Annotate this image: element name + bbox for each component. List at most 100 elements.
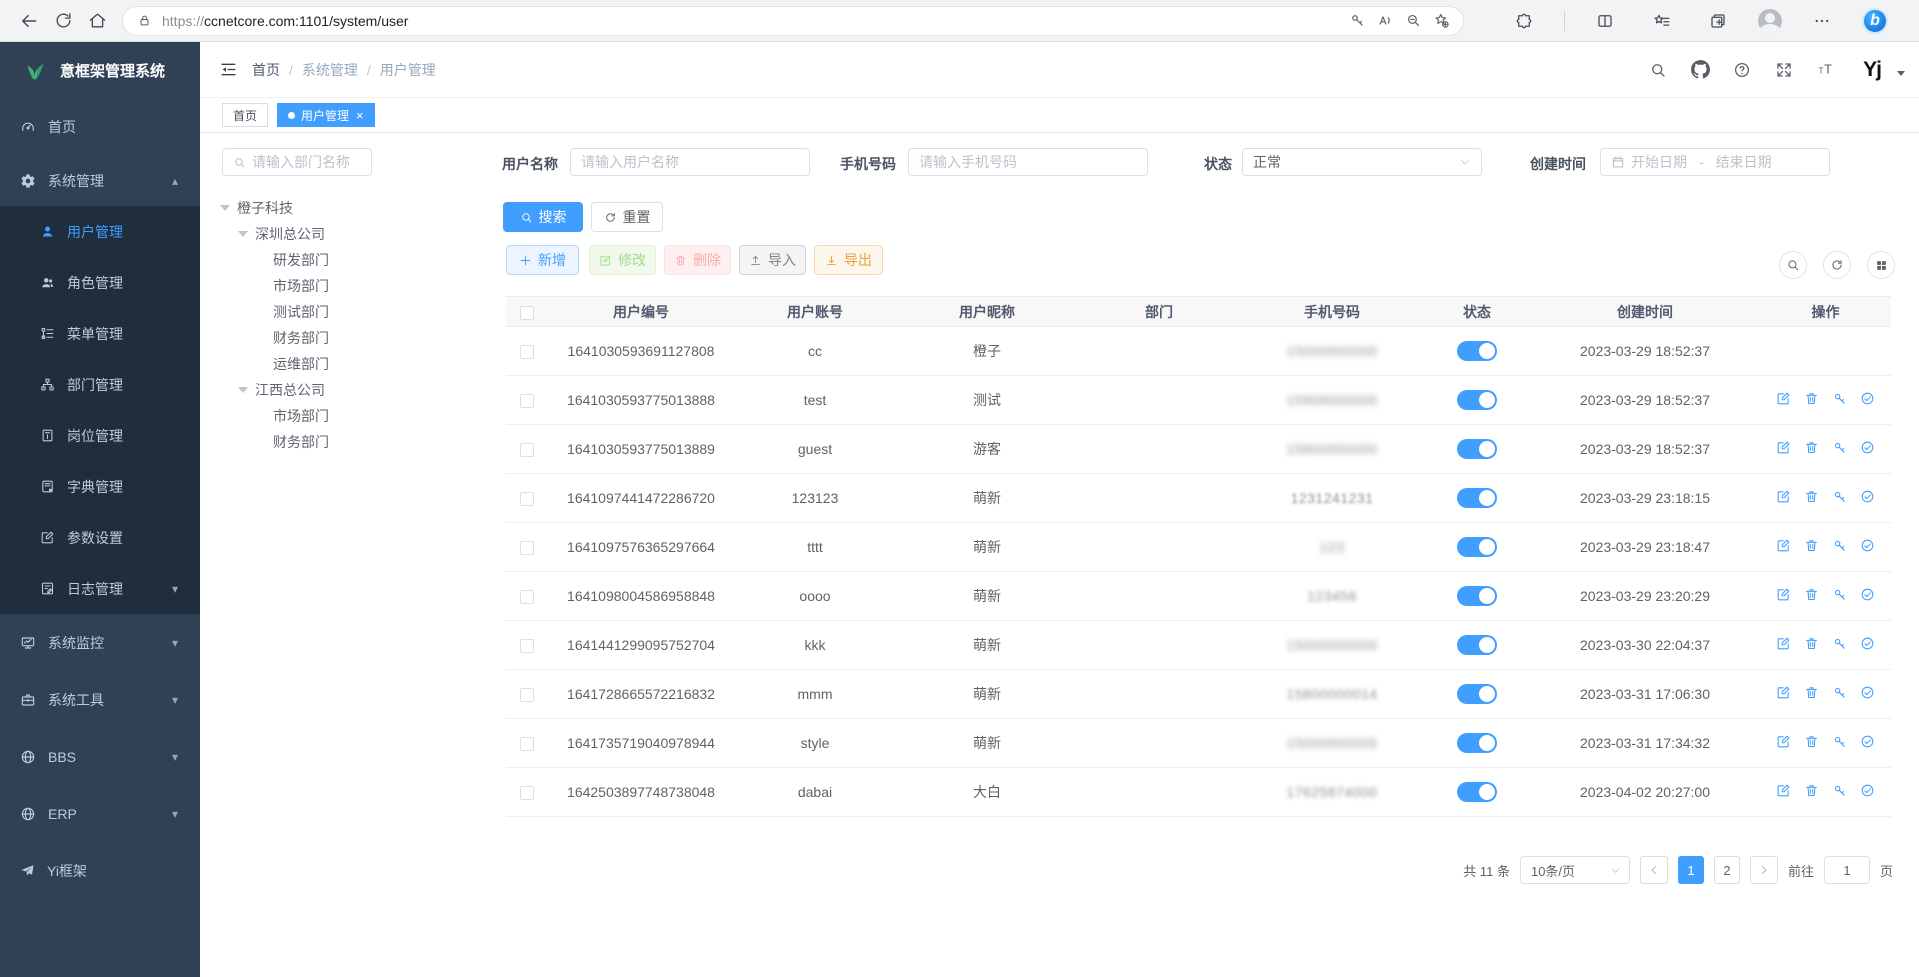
next-page-button[interactable] xyxy=(1750,856,1778,884)
github-icon[interactable] xyxy=(1687,57,1713,83)
row-reset-password-icon[interactable] xyxy=(1832,587,1847,602)
sidebar-item-log-management[interactable]: 日志管理 ▾ xyxy=(0,563,200,614)
user-logo-yj[interactable]: Yj xyxy=(1863,58,1881,82)
table-refresh-icon[interactable] xyxy=(1823,251,1851,279)
sidebar-item-param-settings[interactable]: 参数设置 xyxy=(0,512,200,563)
row-checkbox[interactable] xyxy=(520,737,534,751)
row-delete-icon[interactable] xyxy=(1804,587,1819,602)
page-button-2[interactable]: 2 xyxy=(1714,856,1740,884)
user-menu-caret-icon[interactable] xyxy=(1897,71,1905,76)
row-delete-icon[interactable] xyxy=(1804,440,1819,455)
row-assign-role-icon[interactable] xyxy=(1860,538,1875,553)
status-toggle[interactable] xyxy=(1457,684,1497,704)
add-button[interactable]: 新增 xyxy=(506,245,579,275)
row-edit-icon[interactable] xyxy=(1776,538,1791,553)
row-reset-password-icon[interactable] xyxy=(1832,783,1847,798)
row-checkbox[interactable] xyxy=(520,688,534,702)
row-edit-icon[interactable] xyxy=(1776,440,1791,455)
lock-icon[interactable] xyxy=(137,13,152,28)
status-toggle[interactable] xyxy=(1457,586,1497,606)
goto-page-input[interactable] xyxy=(1824,856,1870,884)
row-checkbox[interactable] xyxy=(520,443,534,457)
row-delete-icon[interactable] xyxy=(1804,685,1819,700)
table-search-toggle-icon[interactable] xyxy=(1779,251,1807,279)
status-toggle[interactable] xyxy=(1457,341,1497,361)
sidebar-item-role-management[interactable]: 角色管理 xyxy=(0,257,200,308)
row-delete-icon[interactable] xyxy=(1804,783,1819,798)
row-edit-icon[interactable] xyxy=(1776,734,1791,749)
row-checkbox[interactable] xyxy=(520,541,534,555)
row-delete-icon[interactable] xyxy=(1804,538,1819,553)
export-button[interactable]: 导出 xyxy=(814,245,883,275)
row-delete-icon[interactable] xyxy=(1804,636,1819,651)
reset-button[interactable]: 重置 xyxy=(591,202,663,232)
extensions-icon[interactable] xyxy=(1507,4,1541,38)
sidebar-item-erp[interactable]: ERP ▾ xyxy=(0,785,200,842)
sidebar-item-bbs[interactable]: BBS ▾ xyxy=(0,728,200,785)
status-toggle[interactable] xyxy=(1457,537,1497,557)
collections-icon[interactable] xyxy=(1701,4,1735,38)
tree-node[interactable]: 市场部门 xyxy=(212,273,492,299)
row-checkbox[interactable] xyxy=(520,345,534,359)
zoom-out-icon[interactable] xyxy=(1399,7,1427,35)
tree-node[interactable]: 财务部门 xyxy=(212,325,492,351)
status-select[interactable]: 正常 xyxy=(1242,148,1482,176)
split-screen-icon[interactable] xyxy=(1588,4,1622,38)
fullscreen-icon[interactable] xyxy=(1771,57,1797,83)
tree-expand-caret-icon[interactable] xyxy=(238,231,248,237)
row-reset-password-icon[interactable] xyxy=(1832,685,1847,700)
row-reset-password-icon[interactable] xyxy=(1832,734,1847,749)
sidebar-item-post-management[interactable]: 岗位管理 xyxy=(0,410,200,461)
sidebar-item-system-monitor[interactable]: 系统监控 ▾ xyxy=(0,614,200,671)
tag-user-management[interactable]: 用户管理× xyxy=(277,103,375,127)
header-search-icon[interactable] xyxy=(1645,57,1671,83)
tree-node[interactable]: 运维部门 xyxy=(212,351,492,377)
tree-node[interactable]: 财务部门 xyxy=(212,429,492,455)
row-edit-icon[interactable] xyxy=(1776,587,1791,602)
phone-input[interactable] xyxy=(908,148,1148,176)
row-checkbox[interactable] xyxy=(520,786,534,800)
sidebar-item-system-management[interactable]: 系统管理 ▴ xyxy=(0,155,200,206)
breadcrumb-system[interactable]: 系统管理 xyxy=(302,60,358,80)
row-reset-password-icon[interactable] xyxy=(1832,538,1847,553)
row-checkbox[interactable] xyxy=(520,492,534,506)
address-bar[interactable]: https://ccnetcore.com:1101/system/user xyxy=(122,6,1464,36)
sidebar-item-user-management[interactable]: 用户管理 xyxy=(0,206,200,257)
more-menu-icon[interactable] xyxy=(1805,4,1839,38)
row-delete-icon[interactable] xyxy=(1804,734,1819,749)
row-edit-icon[interactable] xyxy=(1776,685,1791,700)
import-button[interactable]: 导入 xyxy=(739,245,806,275)
breadcrumb-home[interactable]: 首页 xyxy=(252,60,280,80)
page-button-1[interactable]: 1 xyxy=(1678,856,1704,884)
row-checkbox[interactable] xyxy=(520,639,534,653)
username-input[interactable] xyxy=(570,148,810,176)
tree-expand-caret-icon[interactable] xyxy=(220,205,230,211)
tree-node[interactable]: 市场部门 xyxy=(212,403,492,429)
sidebar-item-menu-management[interactable]: 菜单管理 xyxy=(0,308,200,359)
search-button[interactable]: 搜索 xyxy=(503,202,583,232)
row-assign-role-icon[interactable] xyxy=(1860,685,1875,700)
row-assign-role-icon[interactable] xyxy=(1860,636,1875,651)
sidebar-item-yi-framework[interactable]: Yi框架 xyxy=(0,842,200,899)
select-all-checkbox[interactable] xyxy=(520,306,534,320)
row-reset-password-icon[interactable] xyxy=(1832,636,1847,651)
profile-avatar[interactable] xyxy=(1758,9,1782,33)
delete-button[interactable]: 删除 xyxy=(664,245,731,275)
row-reset-password-icon[interactable] xyxy=(1832,440,1847,455)
tree-node[interactable]: 测试部门 xyxy=(212,299,492,325)
column-settings-icon[interactable] xyxy=(1867,251,1895,279)
row-edit-icon[interactable] xyxy=(1776,391,1791,406)
tag-home[interactable]: 首页 xyxy=(222,103,268,127)
status-toggle[interactable] xyxy=(1457,439,1497,459)
favorite-add-icon[interactable] xyxy=(1427,7,1455,35)
saved-passwords-icon[interactable] xyxy=(1343,7,1371,35)
row-assign-role-icon[interactable] xyxy=(1860,489,1875,504)
status-toggle[interactable] xyxy=(1457,782,1497,802)
sidebar-item-dept-management[interactable]: 部门管理 xyxy=(0,359,200,410)
tree-node[interactable]: 江西总公司 xyxy=(212,377,492,403)
tree-node[interactable]: 研发部门 xyxy=(212,247,492,273)
row-edit-icon[interactable] xyxy=(1776,783,1791,798)
row-reset-password-icon[interactable] xyxy=(1832,391,1847,406)
row-assign-role-icon[interactable] xyxy=(1860,587,1875,602)
row-assign-role-icon[interactable] xyxy=(1860,440,1875,455)
